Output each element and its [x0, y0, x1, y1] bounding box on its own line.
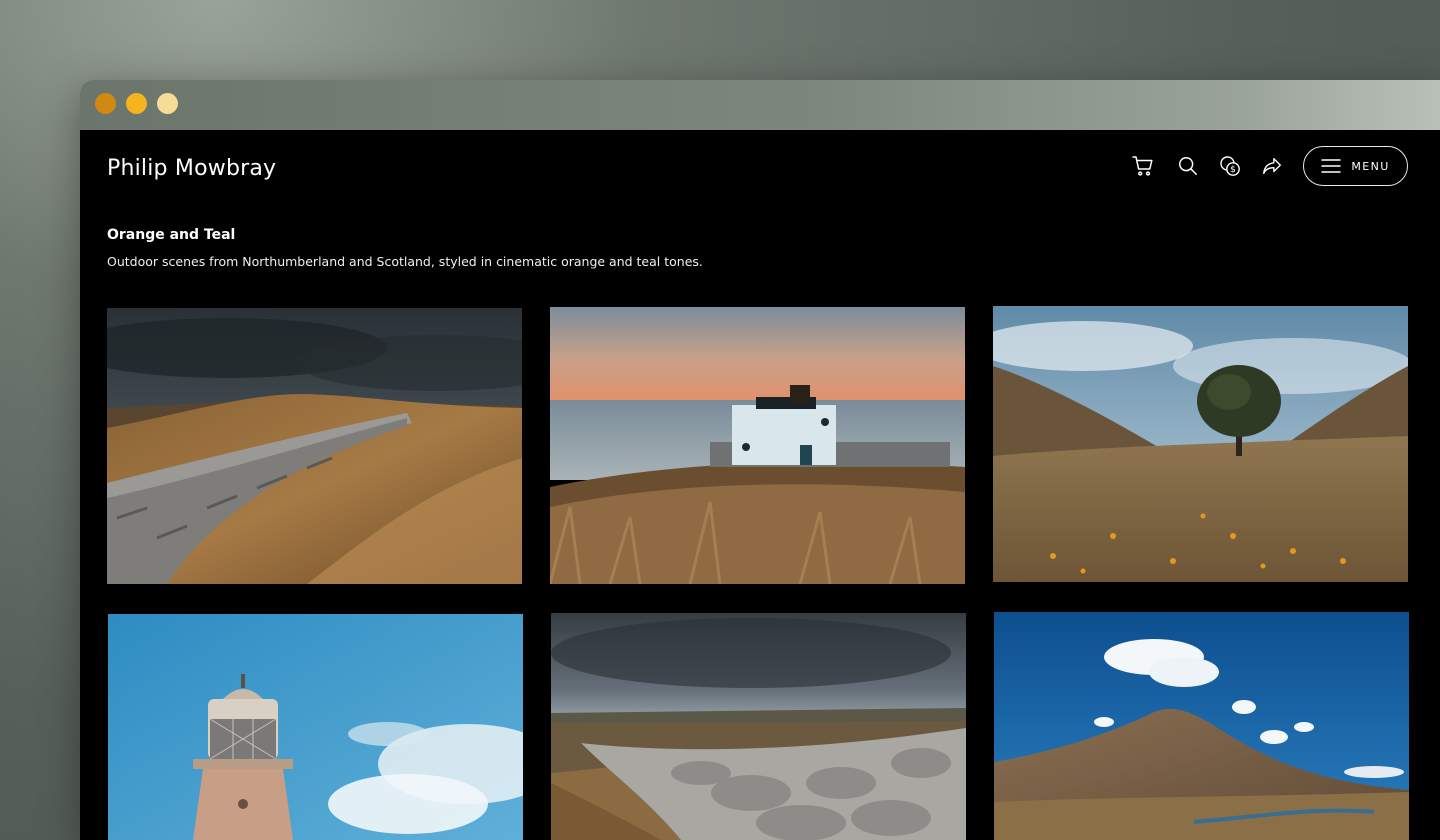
search-button[interactable]: [1174, 152, 1202, 180]
title-bar: [80, 80, 1440, 130]
photo-lighthouse-tower[interactable]: [108, 614, 523, 840]
page-content: Philip Mowbray $ MENU Orange and Teal Ou…: [80, 130, 1440, 840]
maximize-window-button[interactable]: [157, 93, 178, 114]
browser-window: Philip Mowbray $ MENU Orange and Teal Ou…: [80, 80, 1440, 840]
photo-moorland-wall[interactable]: [551, 613, 966, 840]
cart-icon: [1132, 156, 1153, 176]
photo-lone-tree[interactable]: [993, 306, 1408, 582]
hamburger-icon: [1321, 159, 1342, 173]
menu-label: MENU: [1351, 159, 1390, 173]
photo-stone-wall-storm[interactable]: [107, 308, 522, 584]
photo-image: [994, 612, 1409, 840]
minimize-window-button[interactable]: [126, 93, 147, 114]
site-title[interactable]: Philip Mowbray: [107, 156, 276, 181]
currency-icon: $: [1220, 156, 1240, 176]
svg-text:$: $: [1230, 165, 1236, 175]
photo-image: [107, 308, 522, 584]
photo-image: [550, 307, 965, 584]
cart-button[interactable]: [1129, 152, 1157, 180]
photo-image: [108, 614, 523, 840]
close-window-button[interactable]: [95, 93, 116, 114]
share-button[interactable]: [1258, 152, 1286, 180]
search-icon: [1179, 157, 1197, 175]
gallery-description: Outdoor scenes from Northumberland and S…: [107, 254, 703, 269]
currency-button[interactable]: $: [1216, 152, 1244, 180]
photo-sea-lighthouse[interactable]: [550, 307, 965, 584]
photo-image: [993, 306, 1408, 582]
gallery-title: Orange and Teal: [107, 227, 236, 243]
share-icon: [1263, 157, 1281, 175]
menu-button[interactable]: MENU: [1303, 146, 1408, 186]
photo-image: [551, 613, 966, 840]
photo-mountain[interactable]: [994, 612, 1409, 840]
